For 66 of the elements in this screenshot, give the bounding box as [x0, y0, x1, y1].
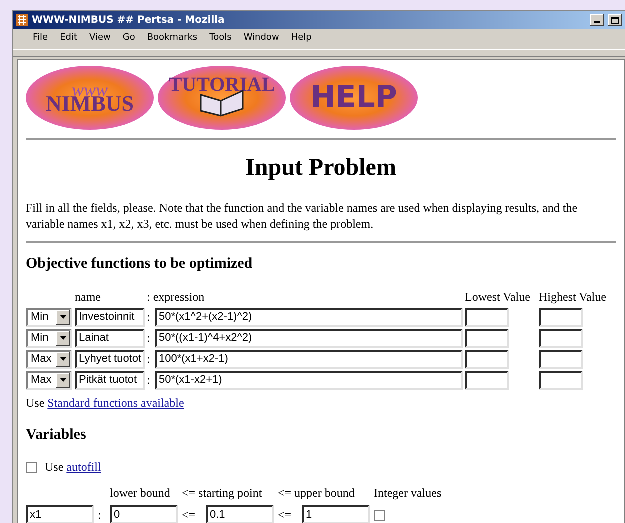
highest-value-field[interactable] [539, 370, 583, 390]
dropdown-arrow-icon [60, 336, 66, 340]
menu-item[interactable]: Help [291, 32, 312, 46]
direction-dropdown[interactable]: Min [26, 328, 72, 348]
logo-text: HELP [310, 82, 398, 112]
variable-name-field[interactable]: x1 [26, 505, 94, 523]
name-field[interactable]: Investoinnit [75, 308, 145, 327]
window-title: WWW-NIMBUS ## Pertsa - Mozilla [32, 14, 225, 28]
menu-item[interactable]: Edit [60, 32, 78, 46]
direction-dropdown[interactable]: Max [26, 350, 72, 369]
menu-item[interactable]: File [33, 32, 48, 46]
less-equal-sign: <= [182, 506, 197, 523]
functions-note: Use Standard functions available [26, 394, 186, 412]
column-header: : expression [147, 288, 206, 306]
name-field[interactable]: Lainat [75, 328, 145, 348]
starting-point-field[interactable]: 0.1 [206, 505, 274, 523]
page-heading: Input Problem [244, 154, 398, 182]
highest-value-field[interactable] [539, 350, 583, 369]
column-header: <= starting point [182, 485, 264, 502]
colon-separator: : [147, 372, 152, 390]
minimize-button[interactable] [590, 14, 604, 26]
lowest-value-field[interactable] [465, 328, 509, 348]
name-field[interactable]: Pitkät tuotot [75, 370, 145, 390]
section-heading: Objective functions to be optimized [26, 255, 254, 274]
dropdown-arrow-icon [60, 315, 66, 320]
menu-item[interactable]: View [90, 32, 111, 46]
app-icon [16, 14, 28, 26]
column-header: name [75, 288, 102, 306]
column-header: Lowest Value [465, 288, 532, 306]
expression-field[interactable]: 50*(x1-x2+1) [155, 370, 463, 390]
column-header: lower bound [110, 485, 172, 502]
expression-field[interactable]: 100*(x1+x2-1) [155, 350, 463, 369]
maximize-button[interactable] [608, 14, 622, 26]
dropdown-arrow-icon [60, 357, 66, 362]
less-equal-sign: <= [278, 506, 293, 523]
lowest-value-field[interactable] [465, 370, 509, 390]
autofill-label: Use autofill [45, 459, 102, 476]
menu-item[interactable]: Window [244, 32, 280, 46]
column-header: <= upper bound [278, 485, 356, 502]
upper-bound-field[interactable]: 1 [302, 505, 370, 523]
integer-checkbox[interactable] [374, 510, 385, 522]
expression-field[interactable]: 50*((x1-1)^4+x2^2) [155, 328, 463, 348]
column-header: Highest Value [539, 288, 608, 306]
intro-paragraph: Fill in all the fields, please. Note that the function and the variable names are used when displaying results, and the variable names x1, x2, x3, etc. must be used when defining the problem. [26, 200, 579, 234]
colon-separator: : [147, 351, 152, 368]
autofill-checkbox[interactable] [26, 462, 37, 473]
lower-bound-field[interactable]: 0 [110, 505, 178, 523]
menu-item[interactable]: Bookmarks [147, 32, 198, 46]
lowest-value-field[interactable] [465, 350, 509, 369]
menu-item[interactable]: Tools [210, 32, 232, 46]
highest-value-field[interactable] [539, 308, 583, 327]
section-heading: Variables [26, 426, 88, 445]
functions-link[interactable]: Standard functions available [48, 396, 184, 410]
colon-separator: : [98, 506, 102, 523]
colon-separator: : [147, 309, 152, 326]
maximize-icon [611, 16, 619, 24]
colon-separator: : [147, 330, 152, 348]
column-header: Integer values [374, 485, 443, 502]
highest-value-field[interactable] [539, 328, 583, 348]
menu-item[interactable]: Go [122, 32, 136, 46]
lowest-value-field[interactable] [465, 308, 509, 327]
direction-dropdown[interactable]: Min [26, 308, 72, 327]
expression-field[interactable]: 50*(x1^2+(x2-1)^2) [155, 308, 463, 327]
dropdown-arrow-icon [60, 378, 66, 382]
direction-dropdown[interactable]: Max [26, 370, 72, 390]
autofill-link[interactable]: autofill [66, 460, 102, 474]
